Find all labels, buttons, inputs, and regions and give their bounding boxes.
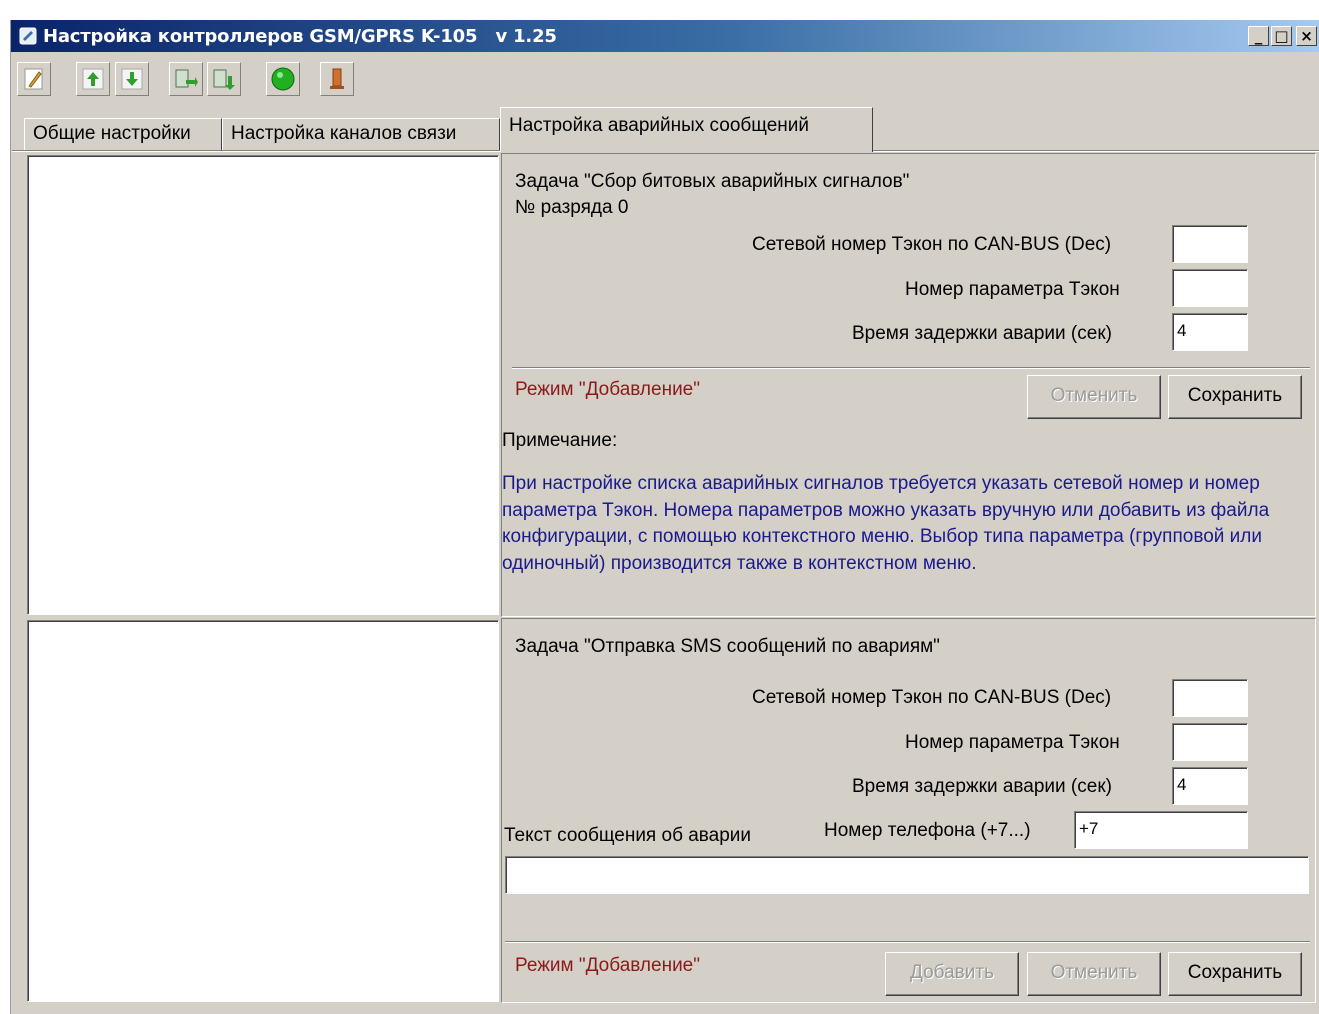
- note-title: Примечание:: [502, 430, 618, 451]
- sms-cancel-button[interactable]: Отменить: [1027, 952, 1161, 996]
- close-icon: ×: [1300, 27, 1313, 45]
- bit-alarms-panel: Задача "Сбор битовых аварийных сигналов"…: [501, 153, 1316, 617]
- bit-number: № разряда 0: [515, 197, 629, 218]
- move-down-button[interactable]: [115, 62, 149, 96]
- tab-bar: Общие настройки Настройка каналов связи …: [11, 104, 1319, 152]
- bit-delay-label: Время задержки аварии (сек): [852, 323, 1112, 344]
- bit-delay-input[interactable]: 4: [1172, 313, 1248, 351]
- sms-param-number-input[interactable]: [1172, 723, 1248, 761]
- app-icon: [19, 27, 37, 45]
- connect-button[interactable]: [266, 62, 300, 96]
- alarm-signals-list[interactable]: [27, 155, 499, 615]
- export-button[interactable]: [207, 62, 241, 96]
- minimize-icon: _: [1254, 27, 1263, 45]
- sms-message-label: Текст сообщения об аварии: [504, 825, 752, 846]
- stop-icon: [330, 68, 344, 89]
- tab-channels-label: Настройка каналов связи: [231, 123, 457, 144]
- sms-mode-status: Режим "Добавление": [515, 955, 700, 976]
- import-icon: [175, 69, 198, 88]
- minimize-button[interactable]: _: [1248, 26, 1269, 46]
- tab-channels[interactable]: Настройка каналов связи: [222, 118, 500, 150]
- edit-icon: [24, 68, 43, 90]
- maximize-button[interactable]: □: [1271, 26, 1292, 46]
- stop-button[interactable]: [320, 62, 354, 96]
- window-title: Настройка контроллеров GSM/GPRS K-105 v …: [43, 26, 557, 47]
- sms-add-button[interactable]: Добавить: [885, 952, 1019, 996]
- title-bar[interactable]: Настройка контроллеров GSM/GPRS K-105 v …: [11, 20, 1319, 52]
- move-up-button[interactable]: [76, 62, 110, 96]
- maximize-icon: □: [1274, 27, 1289, 45]
- toolbar: [11, 58, 1319, 102]
- bit-cancel-button[interactable]: Отменить: [1027, 375, 1161, 419]
- bit-param-number-input[interactable]: [1172, 269, 1248, 307]
- sms-delay-label: Время задержки аварии (сек): [852, 776, 1112, 797]
- note-text: При настройке списка аварийных сигналов …: [502, 473, 1270, 574]
- app-window: Настройка контроллеров GSM/GPRS K-105 v …: [10, 20, 1319, 1014]
- tab-alarms-label: Настройка аварийных сообщений: [509, 115, 809, 136]
- sms-param-label: Номер параметра Тэкон: [905, 732, 1120, 753]
- sms-message-input[interactable]: [505, 856, 1309, 894]
- bit-save-button[interactable]: Сохранить: [1168, 375, 1302, 419]
- bit-mode-status: Режим "Добавление": [515, 379, 700, 400]
- bit-separator: [512, 367, 1310, 369]
- sms-separator: [505, 941, 1310, 943]
- sms-net-number-input[interactable]: [1172, 679, 1248, 717]
- close-button[interactable]: ×: [1296, 26, 1317, 46]
- tab-alarms[interactable]: Настройка аварийных сообщений: [500, 107, 873, 152]
- bit-net-number-input[interactable]: [1172, 225, 1248, 263]
- sms-task-title: Задача "Отправка SMS сообщений по авария…: [515, 636, 940, 657]
- edit-button[interactable]: [17, 62, 51, 96]
- bit-param-label: Номер параметра Тэкон: [905, 279, 1120, 300]
- sms-save-button[interactable]: Сохранить: [1168, 952, 1302, 996]
- sms-phone-label: Номер телефона (+7...): [824, 820, 1031, 841]
- move-down-icon: [121, 68, 143, 90]
- connect-icon: [271, 67, 295, 91]
- bit-net-label: Сетевой номер Тэкон по CAN-BUS (Dec): [752, 234, 1112, 255]
- sms-messages-list[interactable]: [27, 620, 499, 1002]
- tab-general[interactable]: Общие настройки: [24, 118, 222, 150]
- sms-alarms-panel: Задача "Отправка SMS сообщений по авария…: [501, 618, 1316, 1003]
- bit-task-title: Задача "Сбор битовых аварийных сигналов": [515, 171, 910, 192]
- export-icon: [213, 69, 235, 90]
- sms-phone-input[interactable]: +7: [1074, 811, 1248, 849]
- sms-delay-input[interactable]: 4: [1172, 767, 1248, 805]
- sms-net-label: Сетевой номер Тэкон по CAN-BUS (Dec): [752, 687, 1112, 708]
- move-up-icon: [82, 68, 104, 90]
- import-button[interactable]: [169, 62, 203, 96]
- tab-general-label: Общие настройки: [33, 123, 191, 144]
